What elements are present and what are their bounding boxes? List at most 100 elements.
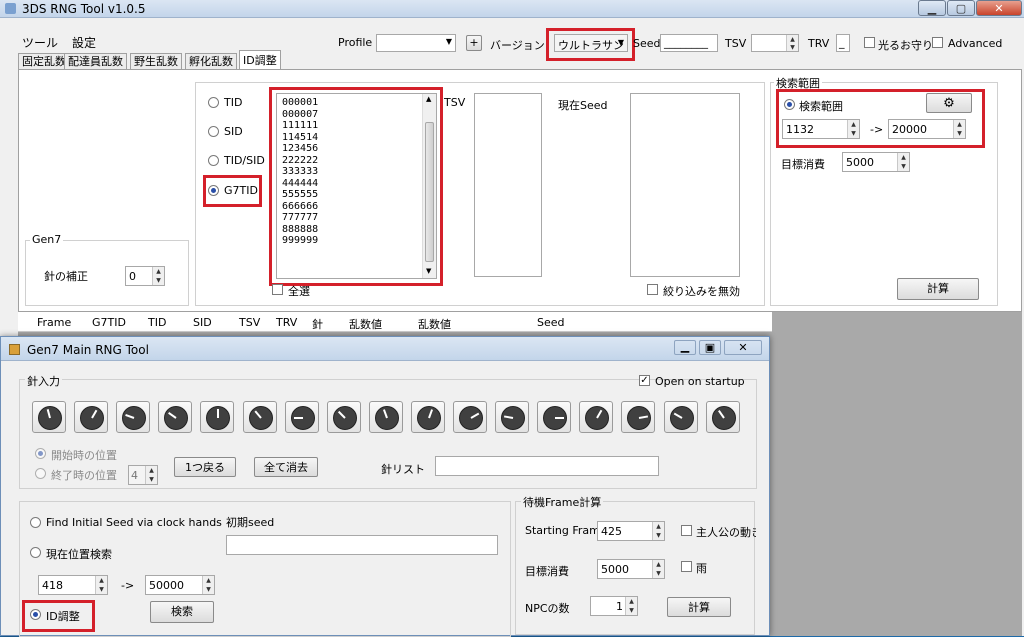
scroll-thumb[interactable] xyxy=(425,122,434,262)
start-position-radio[interactable] xyxy=(35,448,46,459)
sub-range-to-input[interactable]: 50000 ▲ ▼ xyxy=(145,575,215,595)
main-title-bar[interactable]: 3DS RNG Tool v1.0.5 ▁ ▢ ✕ xyxy=(0,0,1024,18)
clock-hand-button[interactable] xyxy=(453,401,487,433)
tab-id-adjust[interactable]: ID調整 xyxy=(239,50,281,70)
scan-checkbox[interactable] xyxy=(272,284,283,295)
end-position-radio[interactable] xyxy=(35,468,46,479)
close-button[interactable]: ✕ xyxy=(724,340,762,355)
column-header-g7tid[interactable]: G7TID xyxy=(92,316,126,329)
settings-gear-button[interactable]: ⚙ xyxy=(926,93,972,113)
column-header-tsv[interactable]: TSV xyxy=(239,316,260,329)
close-button[interactable]: ✕ xyxy=(976,0,1022,16)
gen7-title-bar[interactable]: Gen7 Main RNG Tool ▁ ▣ ✕ xyxy=(1,337,769,361)
maximize-button[interactable]: ▢ xyxy=(947,0,975,16)
range-from-input[interactable]: 1132 ▲ ▼ xyxy=(782,119,860,139)
clock-hand-button[interactable] xyxy=(158,401,193,433)
clock-hand-button[interactable] xyxy=(284,401,319,433)
column-header-frame[interactable]: Frame xyxy=(37,316,71,329)
back-one-button[interactable]: 1つ戻る xyxy=(174,457,236,477)
initial-seed-input[interactable] xyxy=(226,535,498,555)
id-adjust-radio[interactable] xyxy=(30,609,41,620)
npc-count-spinner[interactable]: ▲ ▼ xyxy=(625,597,637,615)
tid-radio[interactable] xyxy=(208,97,219,108)
add-profile-button[interactable]: + xyxy=(466,35,482,51)
current-position-search-radio[interactable] xyxy=(30,547,41,558)
range-to-spinner[interactable]: ▲ ▼ xyxy=(953,120,965,138)
rain-checkbox[interactable] xyxy=(681,561,692,572)
tab-stationary[interactable]: 固定乱数 xyxy=(18,53,70,69)
clock-hand-button[interactable] xyxy=(410,401,445,433)
sub-range-from-input[interactable]: 418 ▲ ▼ xyxy=(38,575,108,595)
range-to-input[interactable]: 20000 ▲ ▼ xyxy=(888,119,966,139)
clock-hand-button[interactable] xyxy=(326,401,361,433)
tab-delivery[interactable]: 配達員乱数 xyxy=(64,53,127,69)
calculate-button[interactable]: 計算 xyxy=(897,278,979,300)
profile-dropdown[interactable]: ▼ xyxy=(376,34,456,52)
id-list-textarea[interactable]: 000001 000007 111111 114514 123456 22222… xyxy=(276,93,437,279)
column-header-random-value-2[interactable]: 乱数値 xyxy=(418,316,451,332)
tab-egg[interactable]: 孵化乱数 xyxy=(185,53,237,69)
tsv-spinner[interactable]: ▲ ▼ xyxy=(786,35,798,51)
search-range-radio[interactable] xyxy=(784,99,795,110)
needle-list-input[interactable] xyxy=(435,456,659,476)
disable-filter-checkbox[interactable] xyxy=(647,284,658,295)
scroll-up-icon[interactable]: ▲ xyxy=(426,95,431,103)
wait-target-consume-spinner[interactable]: ▲ ▼ xyxy=(652,560,664,578)
starting-frame-input[interactable]: 425 ▲ ▼ xyxy=(597,521,665,541)
clear-all-button[interactable]: 全て消去 xyxy=(254,457,318,477)
open-on-startup-checkbox[interactable]: ✓ xyxy=(639,375,650,386)
range-from-spinner[interactable]: ▲ ▼ xyxy=(847,120,859,138)
g7tid-radio[interactable] xyxy=(208,185,219,196)
tsv-list[interactable] xyxy=(474,93,542,277)
clock-hand-button[interactable] xyxy=(705,401,740,433)
menu-tools[interactable]: ツール xyxy=(22,34,58,51)
target-consume-spinner[interactable]: ▲ ▼ xyxy=(897,153,909,171)
clock-hand-button[interactable] xyxy=(368,401,403,433)
wait-target-consume-input[interactable]: 5000 ▲ ▼ xyxy=(597,559,665,579)
tsv-input[interactable]: ▲ ▼ xyxy=(751,34,799,52)
target-consume-input[interactable]: 5000 ▲ ▼ xyxy=(842,152,910,172)
shiny-charm-checkbox[interactable] xyxy=(864,37,875,48)
column-header-seed[interactable]: Seed xyxy=(537,316,565,329)
sub-range-to-spinner[interactable]: ▲ ▼ xyxy=(202,576,214,594)
column-header-tid[interactable]: TID xyxy=(148,316,166,329)
npc-count-input[interactable]: 1 ▲ ▼ xyxy=(590,596,638,616)
clock-hand-button[interactable] xyxy=(200,401,235,433)
column-header-needle[interactable]: 針 xyxy=(312,316,323,332)
player-move-checkbox[interactable] xyxy=(681,525,692,536)
tid-sid-radio[interactable] xyxy=(208,155,219,166)
seed-input[interactable]: ________ xyxy=(660,34,718,52)
column-header-trv[interactable]: TRV xyxy=(276,316,297,329)
scroll-down-icon[interactable]: ▼ xyxy=(426,267,431,275)
sid-radio[interactable] xyxy=(208,126,219,137)
clock-hand-button[interactable] xyxy=(242,401,277,433)
tab-wild[interactable]: 野生乱数 xyxy=(130,53,182,69)
end-position-input[interactable]: 4 ▲ ▼ xyxy=(128,465,158,485)
clock-hand-button[interactable] xyxy=(579,401,614,433)
column-header-sid[interactable]: SID xyxy=(193,316,212,329)
needle-correction-spinner[interactable]: ▲ ▼ xyxy=(152,267,164,285)
id-list-scrollbar[interactable]: ▲ ▼ xyxy=(422,94,436,278)
wait-calculate-button[interactable]: 計算 xyxy=(667,597,731,617)
trv-input[interactable]: _ xyxy=(836,34,850,52)
clock-hand-button[interactable] xyxy=(663,401,698,433)
search-button[interactable]: 検索 xyxy=(150,601,214,623)
version-dropdown[interactable]: ウルトラサン ▼ xyxy=(554,34,628,52)
find-initial-seed-radio[interactable] xyxy=(30,517,41,528)
sub-range-from-spinner[interactable]: ▲ ▼ xyxy=(95,576,107,594)
clock-hand-button[interactable] xyxy=(32,401,66,433)
clock-hand-button[interactable] xyxy=(621,401,656,433)
minimize-button[interactable]: ▁ xyxy=(918,0,946,16)
column-header-random-value-1[interactable]: 乱数値 xyxy=(349,316,382,332)
minimize-button[interactable]: ▁ xyxy=(674,340,696,355)
advanced-checkbox[interactable] xyxy=(932,37,943,48)
clock-hand-button[interactable] xyxy=(537,401,572,433)
maximize-button[interactable]: ▣ xyxy=(699,340,721,355)
needle-correction-input[interactable]: 0 ▲ ▼ xyxy=(125,266,165,286)
clock-hand-button[interactable] xyxy=(74,401,109,433)
clock-hand-button[interactable] xyxy=(495,401,530,433)
current-seed-list[interactable] xyxy=(630,93,740,277)
menu-settings[interactable]: 設定 xyxy=(72,34,96,51)
starting-frame-spinner[interactable]: ▲ ▼ xyxy=(652,522,664,540)
clock-hand-button[interactable] xyxy=(116,401,151,433)
